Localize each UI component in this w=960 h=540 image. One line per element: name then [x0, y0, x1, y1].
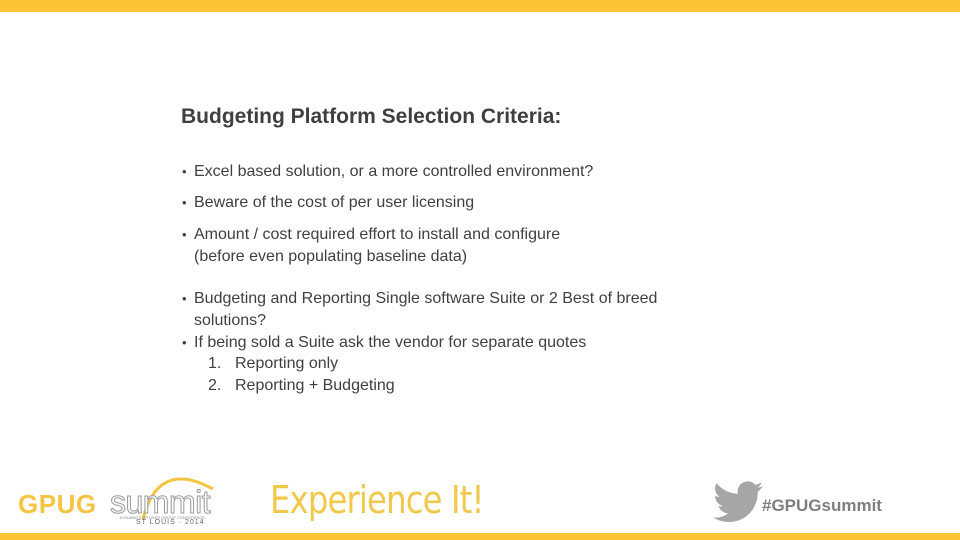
logo-gpug-text: GPUG	[18, 489, 97, 519]
bullet-text: Beware of the cost of per user licensing	[194, 194, 475, 211]
bullet-item: • If being sold a Suite ask the vendor f…	[182, 332, 586, 354]
logo-location: ST LOUIS · 2014	[136, 519, 205, 526]
bullet-text-line1: Budgeting and Reporting Single software …	[194, 290, 658, 307]
slogan: Experience It!	[270, 478, 484, 522]
bullet-text-line1: Amount / cost required effort to install…	[194, 226, 561, 243]
twitter-bird-icon	[713, 481, 763, 522]
bullet-dot: •	[182, 335, 187, 350]
item-text: Reporting + Budgeting	[235, 377, 395, 394]
bullet-dot: •	[182, 291, 187, 306]
bullet-item: • Amount / cost required effort to insta…	[182, 224, 560, 267]
bullet-dot: •	[182, 164, 187, 179]
bullet-dot: •	[182, 227, 187, 242]
top-accent-bar	[0, 0, 960, 12]
bullet-text: Excel based solution, or a more controll…	[194, 163, 594, 180]
numbered-item: 1. Reporting only	[208, 353, 338, 375]
item-number: 1.	[208, 355, 222, 372]
item-text: Reporting only	[235, 355, 339, 372]
bullet-item: • Beware of the cost of per user licensi…	[182, 192, 474, 214]
bottom-accent-bar	[0, 533, 960, 540]
numbered-item: 2. Reporting + Budgeting	[208, 375, 395, 397]
bullet-text-line2: (before even populating baseline data)	[194, 247, 468, 265]
bullet-text-line2: solutions?	[194, 311, 267, 329]
bullet-item: • Excel based solution, or a more contro…	[182, 161, 593, 183]
bullet-dot: •	[182, 195, 187, 210]
hashtag-link[interactable]: #GPUGsummit	[762, 496, 882, 516]
item-number: 2.	[208, 377, 222, 394]
slide-title: Budgeting Platform Selection Criteria:	[181, 105, 562, 128]
gpug-summit-logo: GPUG summit DYNAMICS GP USER GROUP CONFE…	[18, 464, 218, 530]
bullet-text: If being sold a Suite ask the vendor for…	[194, 334, 587, 351]
bullet-item: • Budgeting and Reporting Single softwar…	[182, 288, 657, 331]
